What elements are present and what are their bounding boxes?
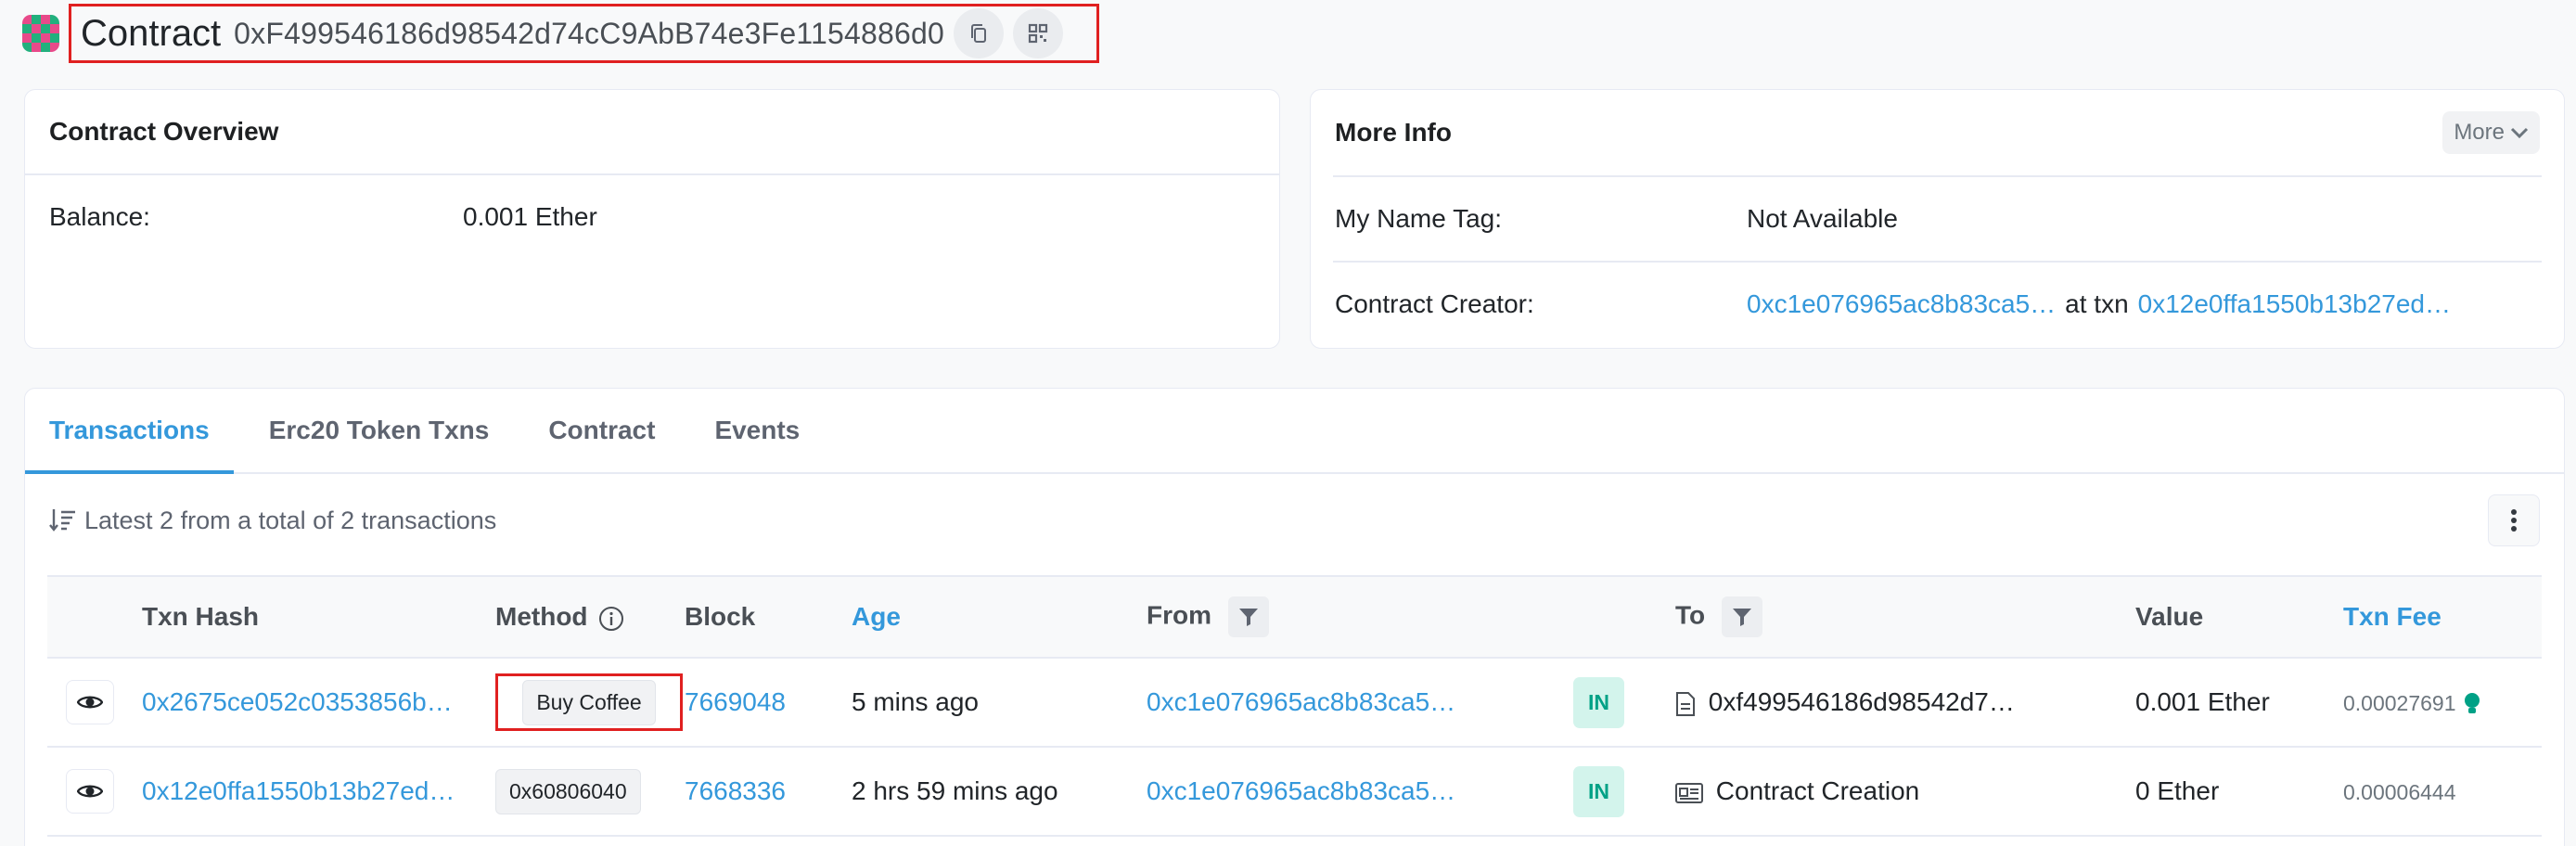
file-contract-icon — [1676, 691, 1695, 716]
preview-button[interactable] — [66, 769, 114, 814]
page-title: Contract — [81, 12, 222, 54]
direction-badge: IN — [1573, 765, 1624, 817]
header-txn-hash: Txn Hash — [142, 602, 260, 631]
header-age[interactable]: Age — [852, 576, 1147, 658]
header-to: To — [1675, 576, 2135, 658]
to-filter-button[interactable] — [1721, 596, 1762, 637]
header-method: Method — [495, 576, 685, 658]
qr-code-icon — [1028, 23, 1048, 44]
age-value: 5 mins ago — [852, 687, 979, 716]
qr-code-button[interactable] — [1012, 8, 1063, 58]
transactions-summary: Latest 2 from a total of 2 transactions — [25, 474, 2564, 567]
sort-icon — [49, 509, 75, 532]
tab-erc20-token-txns[interactable]: Erc20 Token Txns — [234, 389, 514, 472]
table-row: 0x12e0ffa1550b13b27ed… 0x60806040 766833… — [47, 747, 2542, 836]
name-tag-value: Not Available — [1747, 204, 1898, 233]
table-row: 0x2675ce052c0353856b… Buy Coffee 7669048… — [47, 658, 2542, 747]
contract-overview-card: Contract Overview Balance: 0.001 Ether — [24, 89, 1280, 349]
contract-address: 0xF499546186d98542d74cC9AbB74e3Fe1154886… — [234, 16, 944, 50]
balance-value: 0.001 Ether — [463, 202, 597, 231]
summary-text: Latest 2 from a total of 2 transactions — [84, 506, 497, 534]
header-block: Block — [685, 602, 756, 631]
direction-badge: IN — [1573, 676, 1624, 728]
copy-icon — [970, 24, 986, 43]
header-from: From — [1147, 576, 1573, 658]
block-link[interactable]: 7669048 — [685, 687, 786, 716]
txn-hash-link[interactable]: 0x12e0ffa1550b13b27ed… — [142, 776, 455, 805]
chevron-down-icon — [2510, 127, 2529, 139]
header-txn-fee[interactable]: Txn Fee — [2343, 576, 2542, 658]
contract-identicon-icon — [22, 15, 59, 52]
tab-events[interactable]: Events — [679, 389, 824, 472]
method-highlight: Buy Coffee — [495, 673, 683, 731]
eye-icon — [77, 785, 103, 798]
txn-hash-link[interactable]: 0x2675ce052c0353856b… — [142, 687, 453, 716]
contract-creator-label: Contract Creator: — [1335, 289, 1534, 318]
from-address-link[interactable]: 0xc1e076965ac8b83ca5… — [1147, 776, 1455, 805]
options-menu-button[interactable] — [2488, 494, 2540, 546]
more-dropdown-button[interactable]: More — [2442, 111, 2540, 154]
table-header-row: Txn Hash Method Block Age From To Value — [47, 576, 2542, 658]
gas-hint-icon — [2465, 692, 2480, 713]
method-badge: Buy Coffee — [522, 679, 656, 725]
filter-icon — [1732, 609, 1751, 626]
from-filter-button[interactable] — [1227, 596, 1269, 637]
copy-address-button[interactable] — [953, 8, 1004, 58]
tabs-bar: Transactions Erc20 Token Txns Contract E… — [25, 389, 2564, 474]
contract-creation-icon — [1675, 782, 1703, 803]
value-amount: 0.001 Ether — [2135, 687, 2270, 716]
tab-contract[interactable]: Contract — [513, 389, 679, 472]
page-header: Contract 0xF499546186d98542d74cC9AbB74e3… — [22, 4, 1099, 63]
preview-button[interactable] — [66, 680, 114, 724]
transactions-table: Txn Hash Method Block Age From To Value — [47, 575, 2542, 837]
txn-fee-value: 0.00027691 — [2343, 691, 2456, 715]
balance-label: Balance: — [49, 202, 150, 231]
eye-icon — [77, 696, 103, 709]
method-badge: 0x60806040 — [495, 768, 641, 814]
name-tag-label: My Name Tag: — [1335, 204, 1502, 233]
kebab-menu-icon — [2511, 509, 2517, 532]
header-value: Value — [2135, 602, 2204, 631]
contract-title-highlight: Contract 0xF499546186d98542d74cC9AbB74e3… — [69, 4, 1099, 63]
info-icon[interactable] — [598, 606, 624, 632]
more-button-label: More — [2454, 120, 2505, 145]
at-txn-label: at txn — [2065, 289, 2129, 318]
filter-icon — [1238, 609, 1258, 626]
to-address[interactable]: 0xf499546186d98542d7… — [1709, 687, 2015, 716]
contract-overview-title: Contract Overview — [49, 117, 279, 146]
to-contract-creation: Contract Creation — [1715, 776, 1920, 805]
from-address-link[interactable]: 0xc1e076965ac8b83ca5… — [1147, 687, 1455, 716]
creator-txn-link[interactable]: 0x12e0ffa1550b13b27ed… — [2138, 289, 2451, 319]
value-amount: 0 Ether — [2135, 776, 2220, 805]
more-info-title: More Info — [1335, 118, 1452, 147]
block-link[interactable]: 7668336 — [685, 776, 786, 805]
txn-fee-value: 0.00006444 — [2343, 780, 2456, 804]
more-info-card: More Info More My Name Tag: Not Availabl… — [1310, 89, 2565, 349]
age-value: 2 hrs 59 mins ago — [852, 776, 1058, 805]
tab-transactions[interactable]: Transactions — [25, 389, 234, 474]
creator-address-link[interactable]: 0xc1e076965ac8b83ca5… — [1747, 289, 2056, 319]
